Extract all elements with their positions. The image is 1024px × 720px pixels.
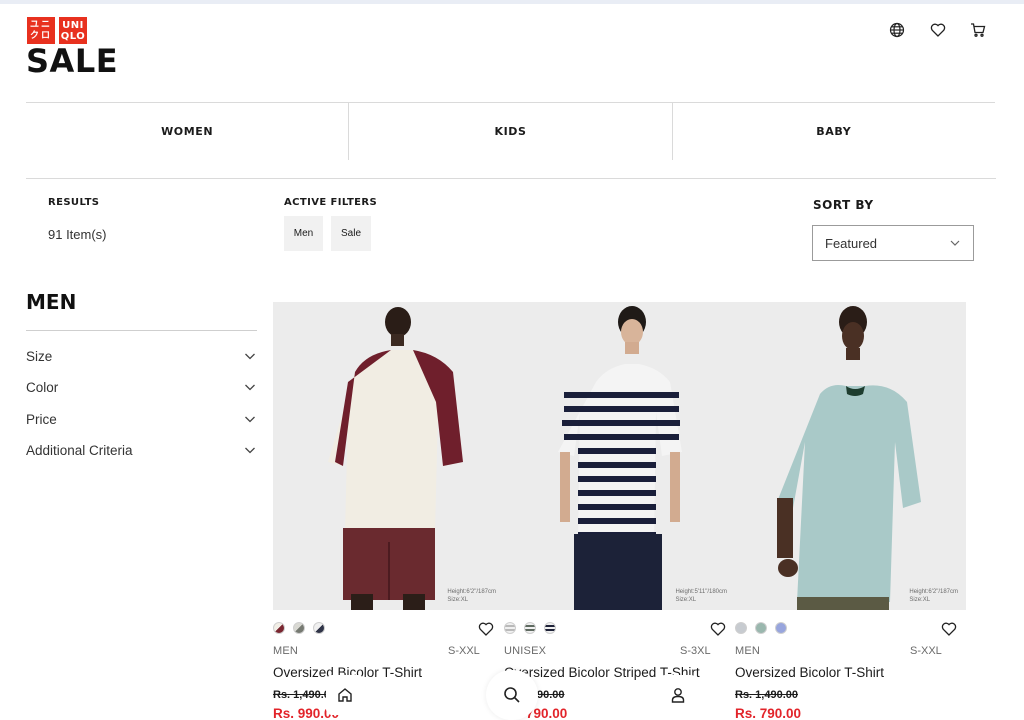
filter-chip-sale[interactable]: Sale (331, 216, 371, 251)
heart-icon[interactable] (928, 20, 948, 40)
bottom-nav-account[interactable] (659, 675, 697, 715)
facet-label: Color (26, 379, 59, 395)
globe-icon[interactable] (887, 20, 907, 40)
tab-baby[interactable]: BABY (673, 103, 995, 160)
chevron-down-icon (245, 384, 255, 391)
logo-text-jp-bottom: クロ (29, 30, 52, 41)
color-swatch[interactable] (273, 622, 285, 634)
model-info: Height:5'11"/180cm Size:XL (675, 588, 727, 604)
color-swatch[interactable] (755, 622, 767, 634)
filter-chip-men[interactable]: Men (284, 216, 323, 251)
product-sizes: S-XXL (448, 645, 480, 657)
model-size: Size:XL (447, 597, 469, 603)
sort-select[interactable]: Featured (812, 225, 974, 261)
product-gender: MEN (735, 645, 761, 657)
results-count: 91 Item(s) (48, 227, 107, 242)
account-icon (671, 688, 685, 703)
logo-text-top: UNI (62, 19, 84, 31)
facet-label: Price (26, 411, 57, 427)
facet-label: Additional Criteria (26, 442, 133, 458)
logo-red-block-right: UNI QLO (59, 17, 87, 44)
logo-text-jp-top: ユニ (29, 19, 52, 30)
results-heading: RESULTS (48, 197, 100, 208)
model-height: Height:5'11"/180cm (675, 589, 727, 595)
favorite-heart-icon[interactable] (941, 621, 957, 637)
model-height: Height:6'2"/187cm (447, 589, 496, 595)
color-swatches (273, 622, 325, 634)
favorite-heart-icon[interactable] (710, 621, 726, 637)
model-info: Height:6'2"/187cm Size:XL (447, 588, 496, 604)
model-figure (273, 302, 504, 610)
tab-kids[interactable]: KIDS (349, 103, 673, 160)
facet-size[interactable]: Size (26, 344, 256, 368)
facet-price[interactable]: Price (26, 407, 256, 431)
product-gender: UNISEX (504, 645, 547, 657)
page-title: SALE (26, 42, 119, 80)
color-swatch[interactable] (775, 622, 787, 634)
product-card[interactable]: Height:6'2"/187cm Size:XL MEN S-XXL Over… (273, 302, 504, 720)
facet-label: Size (26, 348, 53, 364)
top-progress-strip (0, 0, 1024, 4)
active-filters-heading: ACTIVE FILTERS (284, 197, 378, 208)
product-image[interactable]: Height:5'11"/180cm Size:XL (504, 302, 735, 610)
chevron-down-icon (950, 240, 960, 246)
color-swatches (735, 622, 787, 634)
sort-heading: SORT BY (813, 198, 874, 212)
model-figure (735, 302, 966, 610)
original-price: 90.00 (537, 689, 565, 701)
model-figure (504, 302, 735, 610)
color-swatch[interactable] (735, 622, 747, 634)
product-name[interactable]: Oversized Bicolor T-Shirt (735, 665, 884, 680)
uniqlo-logo[interactable]: ユニ クロ UNI QLO (27, 17, 87, 44)
sale-price: Rs. 790.00 (735, 706, 802, 720)
model-info: Height:6'2"/187cm Size:XL (909, 588, 958, 604)
tab-women[interactable]: WOMEN (26, 103, 350, 160)
facet-title: MEN (26, 290, 77, 314)
divider (26, 178, 996, 179)
color-swatch[interactable] (293, 622, 305, 634)
bottom-nav-search[interactable] (486, 670, 538, 720)
color-swatch[interactable] (313, 622, 325, 634)
color-swatch[interactable] (544, 622, 556, 634)
product-gender: MEN (273, 645, 299, 657)
search-icon (504, 687, 520, 703)
category-tabs: WOMEN KIDS BABY (26, 102, 995, 160)
product-image[interactable]: Height:6'2"/187cm Size:XL (273, 302, 504, 610)
home-icon (338, 688, 352, 702)
logo-text-bottom: QLO (60, 30, 86, 42)
model-height: Height:6'2"/187cm (909, 589, 958, 595)
chevron-down-icon (245, 416, 255, 423)
color-swatch[interactable] (524, 622, 536, 634)
facet-color[interactable]: Color (26, 375, 256, 399)
product-sizes: S-3XL (680, 645, 711, 657)
bottom-nav-home[interactable] (326, 675, 364, 715)
original-price: Rs. 1,490.00 (735, 689, 798, 701)
favorite-heart-icon[interactable] (478, 621, 494, 637)
color-swatch[interactable] (504, 622, 516, 634)
divider (26, 330, 257, 331)
product-sizes: S-XXL (910, 645, 942, 657)
cart-icon[interactable] (968, 20, 988, 40)
product-image[interactable]: Height:6'2"/187cm Size:XL (735, 302, 966, 610)
sort-selected-value: Featured (825, 235, 878, 251)
product-card[interactable]: Height:6'2"/187cm Size:XL MEN S-XXL Over… (735, 302, 966, 720)
chevron-down-icon (245, 353, 255, 360)
color-swatches (504, 622, 556, 634)
chevron-down-icon (245, 447, 255, 454)
facet-additional-criteria[interactable]: Additional Criteria (26, 438, 256, 462)
model-size: Size:XL (675, 597, 697, 603)
model-size: Size:XL (909, 597, 931, 603)
product-card[interactable]: Height:5'11"/180cm Size:XL UNISEX S-3XL … (504, 302, 735, 720)
logo-red-block-left: ユニ クロ (27, 17, 55, 44)
original-price: Rs. 1,490.0 (273, 689, 330, 701)
